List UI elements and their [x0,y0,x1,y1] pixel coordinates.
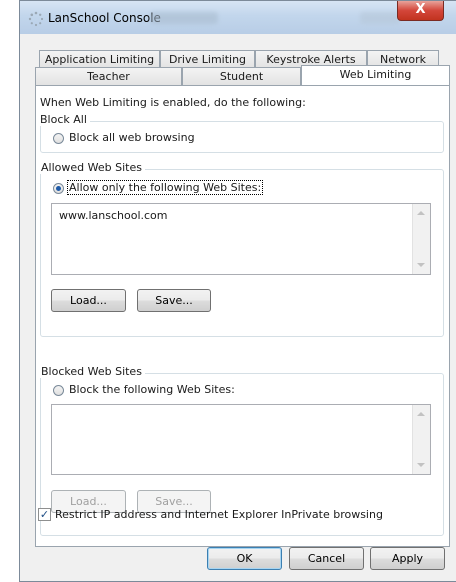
allowed-sites-group-label: Allowed Web Sites [38,161,145,174]
tab-drive-limiting[interactable]: Drive Limiting [160,50,255,68]
intro-text: When Web Limiting is enabled, do the fol… [40,96,306,109]
blurred-background-text [360,12,400,24]
allowed-save-button[interactable]: Save... [137,289,211,312]
dialog-client: Application Limiting Drive Limiting Keys… [26,34,451,577]
tab-student[interactable]: Student [182,67,301,85]
allowed-site-entry: www.lanschool.com [59,209,168,222]
block-all-radio[interactable] [53,133,64,144]
window-title: LanSchool Console [48,11,161,25]
tab-application-limiting[interactable]: Application Limiting [39,50,160,68]
block-all-group-label: Block All [37,113,90,126]
lanschool-spinner-icon [28,11,44,27]
ok-button[interactable]: OK [207,547,282,570]
dialog-window: LanSchool Console X Application Limiting… [19,0,456,582]
scroll-up-icon[interactable] [417,211,425,215]
blocked-sites-group-label: Blocked Web Sites [38,365,145,378]
cancel-button[interactable]: Cancel [289,547,364,570]
scroll-down-icon[interactable] [417,463,425,467]
blocked-sites-textarea[interactable] [51,404,431,475]
blocked-sites-scrollbar[interactable] [412,405,430,474]
allowed-sites-scrollbar[interactable] [412,204,430,274]
block-all-label[interactable]: Block all web browsing [69,131,195,144]
title-bar[interactable]: LanSchool Console X [20,1,456,34]
restrict-checkbox[interactable]: ✓ [38,508,51,521]
scroll-down-icon[interactable] [417,263,425,267]
block-following-label[interactable]: Block the following Web Sites: [69,383,235,396]
restrict-checkbox-label[interactable]: Restrict IP address and Internet Explore… [55,508,383,521]
blurred-background-text [150,12,218,24]
close-button[interactable]: X [397,1,444,21]
allow-only-label[interactable]: Allow only the following Web Sites: [67,180,264,195]
web-limiting-panel: When Web Limiting is enabled, do the fol… [35,85,450,547]
scroll-up-icon[interactable] [417,412,425,416]
tab-web-limiting[interactable]: Web Limiting [301,65,450,85]
block-following-radio[interactable] [53,385,64,396]
close-icon: X [415,2,426,17]
tab-teacher[interactable]: Teacher [35,67,182,85]
allow-only-radio[interactable] [53,183,64,194]
allowed-load-button[interactable]: Load... [51,289,126,312]
allowed-sites-textarea[interactable]: www.lanschool.com [51,203,431,275]
apply-button[interactable]: Apply [370,547,445,570]
